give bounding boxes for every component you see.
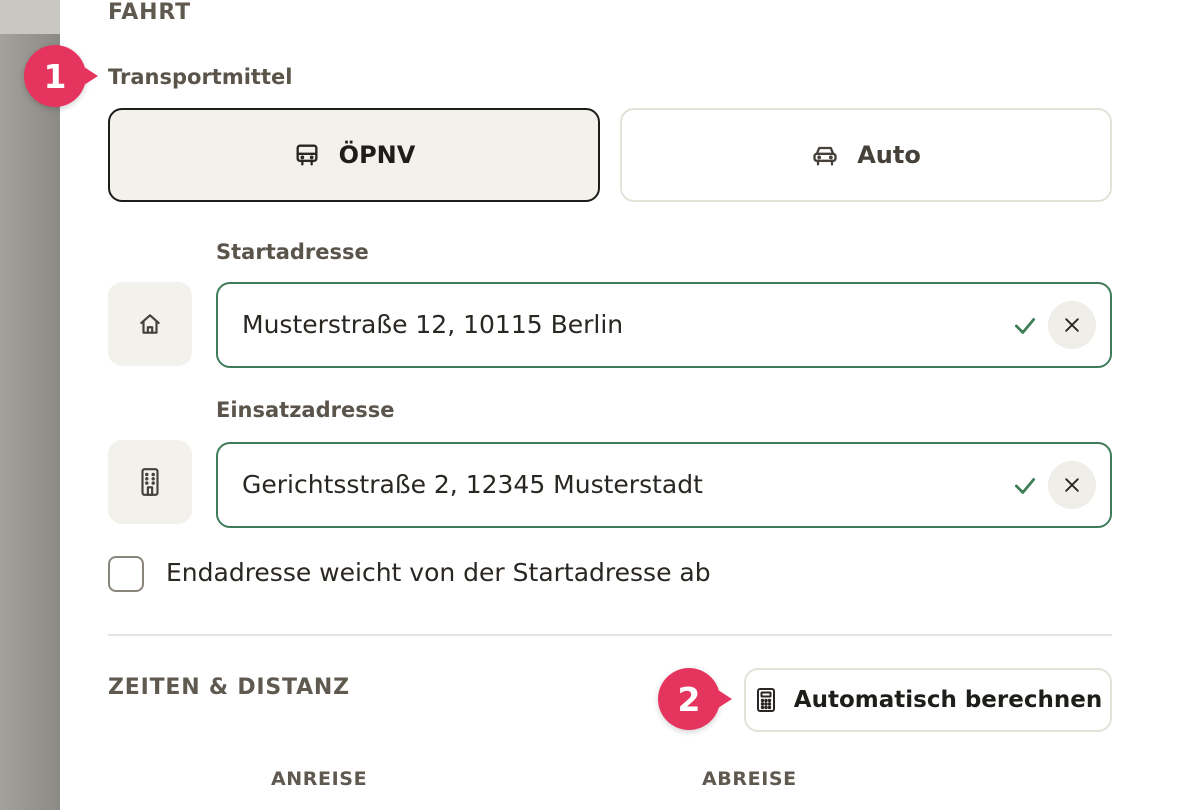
- check-icon: [1014, 478, 1036, 494]
- work-address-clear-button[interactable]: [1048, 461, 1096, 509]
- check-icon: [1014, 318, 1036, 334]
- end-address-checkbox-label[interactable]: Endadresse weicht von der Startadresse a…: [166, 558, 711, 587]
- transport-label: Transportmittel: [108, 65, 293, 89]
- start-address-input[interactable]: Musterstraße 12, 10115 Berlin: [216, 282, 1112, 368]
- section-title-times: ZEITEN & DISTANZ: [108, 675, 350, 700]
- annotation-marker-2: 2: [658, 668, 720, 730]
- transport-option-car[interactable]: Auto: [620, 108, 1112, 202]
- modal-backdrop: [0, 0, 60, 810]
- work-address-icon-tile: [108, 440, 192, 524]
- start-address-clear-button[interactable]: [1048, 301, 1096, 349]
- annotation-marker-number: 1: [43, 56, 67, 96]
- annotation-marker-1: 1: [24, 45, 86, 107]
- work-address-input[interactable]: Gerichtsstraße 2, 12345 Musterstadt: [216, 442, 1112, 528]
- close-icon: [1065, 478, 1079, 492]
- bus-icon: [296, 144, 318, 166]
- column-header-arrival: ANREISE: [271, 768, 368, 790]
- annotation-marker-number: 2: [677, 679, 701, 719]
- car-icon: [813, 146, 837, 166]
- start-address-icon-tile: [108, 282, 192, 366]
- annotation-marker-1-pointer: [84, 67, 98, 85]
- transport-option-public-transit[interactable]: ÖPNV: [108, 108, 600, 202]
- work-address-label: Einsatzadresse: [216, 398, 395, 422]
- column-header-departure: ABREISE: [702, 768, 797, 790]
- end-address-checkbox[interactable]: [108, 556, 144, 592]
- calculator-icon: [756, 688, 775, 712]
- start-address-label: Startadresse: [216, 240, 369, 264]
- close-icon: [1065, 318, 1079, 332]
- transport-option-label: Auto: [857, 141, 921, 169]
- transport-option-label: ÖPNV: [338, 141, 416, 169]
- backdrop-top-strip: [0, 0, 60, 34]
- annotation-marker-2-pointer: [718, 690, 732, 708]
- start-address-value: Musterstraße 12, 10115 Berlin: [242, 310, 624, 339]
- section-divider: [108, 634, 1112, 636]
- calculate-automatically-button[interactable]: Automatisch berechnen: [744, 668, 1112, 732]
- building-icon: [141, 468, 159, 496]
- calculate-button-label: Automatisch berechnen: [793, 687, 1103, 713]
- home-icon: [140, 314, 160, 334]
- section-title-trip: FAHRT: [108, 0, 191, 25]
- work-address-value: Gerichtsstraße 2, 12345 Musterstadt: [242, 470, 703, 499]
